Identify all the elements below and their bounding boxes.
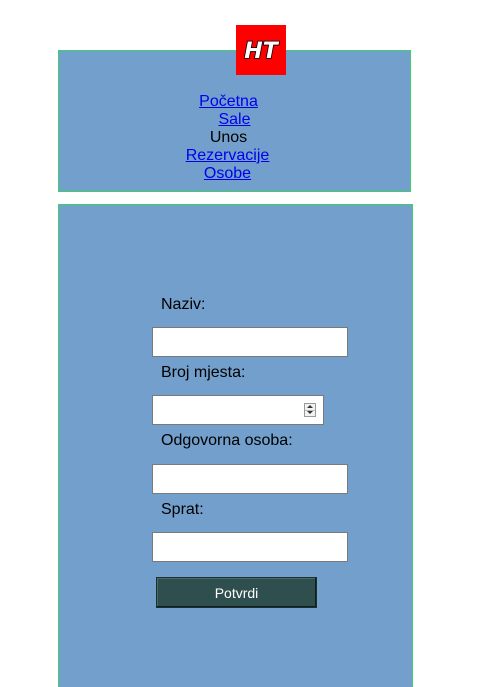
nav-item-unos: Unos bbox=[209, 129, 248, 146]
logo[interactable]: HT bbox=[236, 25, 286, 75]
sprat-input[interactable] bbox=[152, 532, 348, 562]
nav-link-pocetna[interactable]: Početna bbox=[199, 93, 258, 110]
logo-icon: HT bbox=[243, 38, 280, 65]
nav-link-rezervacije[interactable]: Rezervacije bbox=[186, 147, 270, 164]
page: HT Početna Sale Unos Rezervacije Osobe N… bbox=[0, 0, 488, 687]
odgovorna-osoba-input[interactable] bbox=[152, 464, 348, 494]
form-panel: Naziv: Broj mjesta: Odgovorna osoba: Spr… bbox=[58, 204, 413, 687]
broj-mjesta-label: Broj mjesta: bbox=[161, 364, 246, 381]
number-spinner[interactable] bbox=[304, 403, 316, 417]
naziv-label: Naziv: bbox=[161, 296, 206, 313]
svg-text:HT: HT bbox=[244, 39, 279, 64]
nav-link-osobe[interactable]: Osobe bbox=[204, 165, 251, 182]
broj-mjesta-input[interactable] bbox=[152, 395, 324, 425]
naziv-input[interactable] bbox=[152, 327, 348, 357]
nav-list: Početna Sale Unos Rezervacije Osobe bbox=[59, 93, 410, 183]
spin-down-icon[interactable] bbox=[305, 410, 315, 416]
nav-link-sale[interactable]: Sale bbox=[218, 111, 250, 128]
nav-panel: Početna Sale Unos Rezervacije Osobe bbox=[58, 50, 411, 192]
odgovorna-osoba-label: Odgovorna osoba: bbox=[161, 432, 293, 449]
submit-button[interactable]: Potvrdi bbox=[156, 577, 317, 608]
sprat-label: Sprat: bbox=[161, 501, 204, 518]
